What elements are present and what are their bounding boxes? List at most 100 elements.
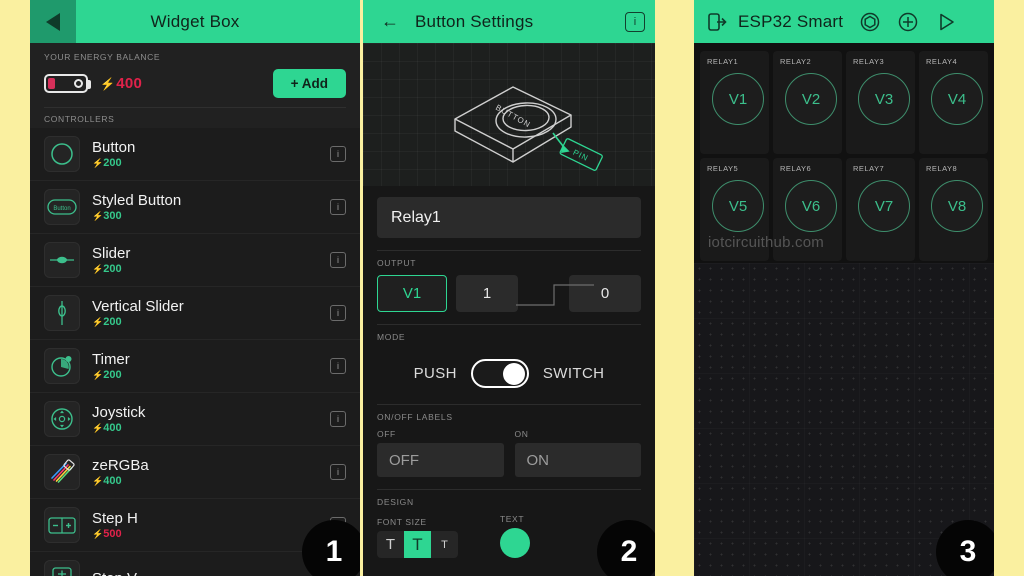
svg-text:BUTTON: BUTTON: [494, 103, 532, 130]
divider: [377, 489, 641, 490]
relay-cell[interactable]: RELAY1 V1: [700, 51, 769, 154]
list-item-cost: ⚡200: [92, 263, 122, 275]
relay-label: RELAY5: [707, 164, 739, 173]
output-section-label: OUTPUT: [377, 258, 417, 268]
hex-gear-icon[interactable]: [859, 11, 881, 33]
add-energy-button[interactable]: + Add: [272, 69, 346, 98]
list-item-text: Step H ⚡500: [92, 510, 330, 540]
divider: [377, 250, 641, 251]
off-label-field[interactable]: OFF: [377, 443, 504, 477]
relay-cell[interactable]: RELAY8 V8: [919, 158, 988, 261]
button-settings-header: ← Button Settings i: [363, 0, 655, 43]
relay-button[interactable]: V1: [712, 73, 764, 125]
list-item-label: Button: [92, 139, 136, 156]
list-item-label: zeRGBa: [92, 457, 149, 474]
list-item-text: Button ⚡200: [92, 139, 330, 169]
mode-section-label: MODE: [377, 332, 406, 342]
energy-amount: 400: [116, 75, 143, 92]
energy-balance-row: ⚡400 + Add: [44, 69, 346, 98]
relay-cell[interactable]: RELAY3 V3: [846, 51, 915, 154]
list-item[interactable]: Button Styled Button ⚡300 i: [30, 181, 360, 234]
relay-button[interactable]: V6: [785, 180, 837, 232]
list-item[interactable]: zeRGBa ⚡400 i: [30, 446, 360, 499]
relay-grid: RELAY1 V1 RELAY2 V2 RELAY3 V3 RELAY4 V4 …: [694, 43, 994, 261]
slider-icon: [44, 242, 80, 278]
mode-switch-label[interactable]: SWITCH: [543, 365, 605, 382]
info-icon[interactable]: i: [330, 252, 346, 268]
text-color-label: TEXT: [500, 514, 525, 524]
on-label-field[interactable]: ON: [514, 443, 641, 477]
relay-button[interactable]: V2: [785, 73, 837, 125]
screenshot-stage: V4 V8 Widget Box YOUR ENERGY BALANCE: [0, 0, 1024, 576]
relay-button[interactable]: V7: [858, 180, 910, 232]
relay-cell[interactable]: RELAY2 V2: [773, 51, 842, 154]
mode-push-label[interactable]: PUSH: [414, 365, 457, 382]
list-item-label: Step H: [92, 510, 138, 527]
onoff-section-label: ON/OFF LABELS: [377, 412, 453, 422]
output-pin-button[interactable]: V1: [377, 275, 447, 312]
controllers-section-label: CONTROLLERS: [30, 108, 360, 128]
relay-button[interactable]: V5: [712, 180, 764, 232]
back-arrow-icon[interactable]: ←: [373, 11, 407, 32]
plus-circle-icon[interactable]: [897, 11, 919, 33]
off-caption: OFF: [377, 429, 396, 439]
list-item[interactable]: Button ⚡200 i: [30, 128, 360, 181]
info-icon[interactable]: i: [330, 146, 346, 162]
list-item-text: zeRGBa ⚡400: [92, 457, 330, 487]
step-badge-2: 2: [597, 520, 655, 576]
button-settings-panel: ← Button Settings i BUTTON PIN Relay1 OU…: [363, 0, 655, 576]
relay-label: RELAY6: [780, 164, 812, 173]
info-icon[interactable]: i: [330, 464, 346, 480]
on-label-value: ON: [526, 451, 550, 469]
on-caption: ON: [514, 429, 529, 439]
text-color-swatch[interactable]: [500, 528, 530, 558]
button-settings-form: Relay1 OUTPUT V1 1 0 MODE PUSH SWITCH ON…: [363, 186, 655, 558]
circle-button-icon: [44, 136, 80, 172]
output-connector-line: [516, 284, 594, 306]
list-item[interactable]: Slider ⚡200 i: [30, 234, 360, 287]
logout-icon[interactable]: [706, 11, 728, 33]
font-size-group-wrap: FONT SIZE T T T: [377, 517, 458, 558]
list-item-cost: ⚡200: [92, 369, 122, 381]
dashboard-header: ESP32 Smart: [694, 0, 994, 43]
bolt-icon: ⚡: [100, 77, 116, 91]
list-item-text: Step V: [92, 570, 330, 576]
dashboard-title: ESP32 Smart: [738, 11, 844, 31]
on-label-column: ON ON: [514, 429, 641, 477]
list-item-text: Joystick ⚡400: [92, 404, 330, 434]
font-size-small[interactable]: T: [377, 531, 404, 558]
relay-button[interactable]: V4: [931, 73, 983, 125]
onoff-fields: OFF OFF ON ON: [377, 429, 641, 477]
widget-box-title: Widget Box: [150, 11, 240, 31]
font-size-medium[interactable]: T: [404, 531, 431, 558]
battery-fill: [48, 78, 55, 89]
list-item-cost: ⚡400: [92, 422, 122, 434]
widget-name-field[interactable]: Relay1: [377, 197, 641, 238]
info-icon[interactable]: i: [625, 11, 645, 32]
info-icon[interactable]: i: [330, 305, 346, 321]
play-triangle-icon[interactable]: [935, 11, 957, 33]
info-icon[interactable]: i: [330, 358, 346, 374]
step-vertical-icon: [44, 560, 80, 576]
font-size-group: T T T: [377, 531, 458, 558]
info-icon[interactable]: i: [330, 199, 346, 215]
off-label-value: OFF: [389, 451, 419, 469]
list-item[interactable]: Timer ⚡200 i: [30, 340, 360, 393]
output-on-value[interactable]: 1: [456, 275, 518, 312]
styled-button-icon: Button: [44, 189, 80, 225]
list-item[interactable]: Vertical Slider ⚡200 i: [30, 287, 360, 340]
text-color-wrap: TEXT: [500, 514, 530, 558]
widget-box-back-button[interactable]: [30, 0, 76, 43]
battery-icon: [44, 74, 91, 93]
relay-cell[interactable]: RELAY4 V4: [919, 51, 988, 154]
relay-button[interactable]: V8: [931, 180, 983, 232]
mode-toggle[interactable]: [470, 359, 529, 388]
list-item[interactable]: Joystick ⚡400 i: [30, 393, 360, 446]
font-size-large[interactable]: T: [431, 531, 458, 558]
info-icon[interactable]: i: [330, 411, 346, 427]
relay-cell[interactable]: RELAY7 V7: [846, 158, 915, 261]
relay-button[interactable]: V3: [858, 73, 910, 125]
list-item-cost: ⚡200: [92, 157, 122, 169]
isometric-button-illustration: BUTTON PIN: [363, 43, 655, 186]
widget-box-header: Widget Box: [30, 0, 360, 43]
